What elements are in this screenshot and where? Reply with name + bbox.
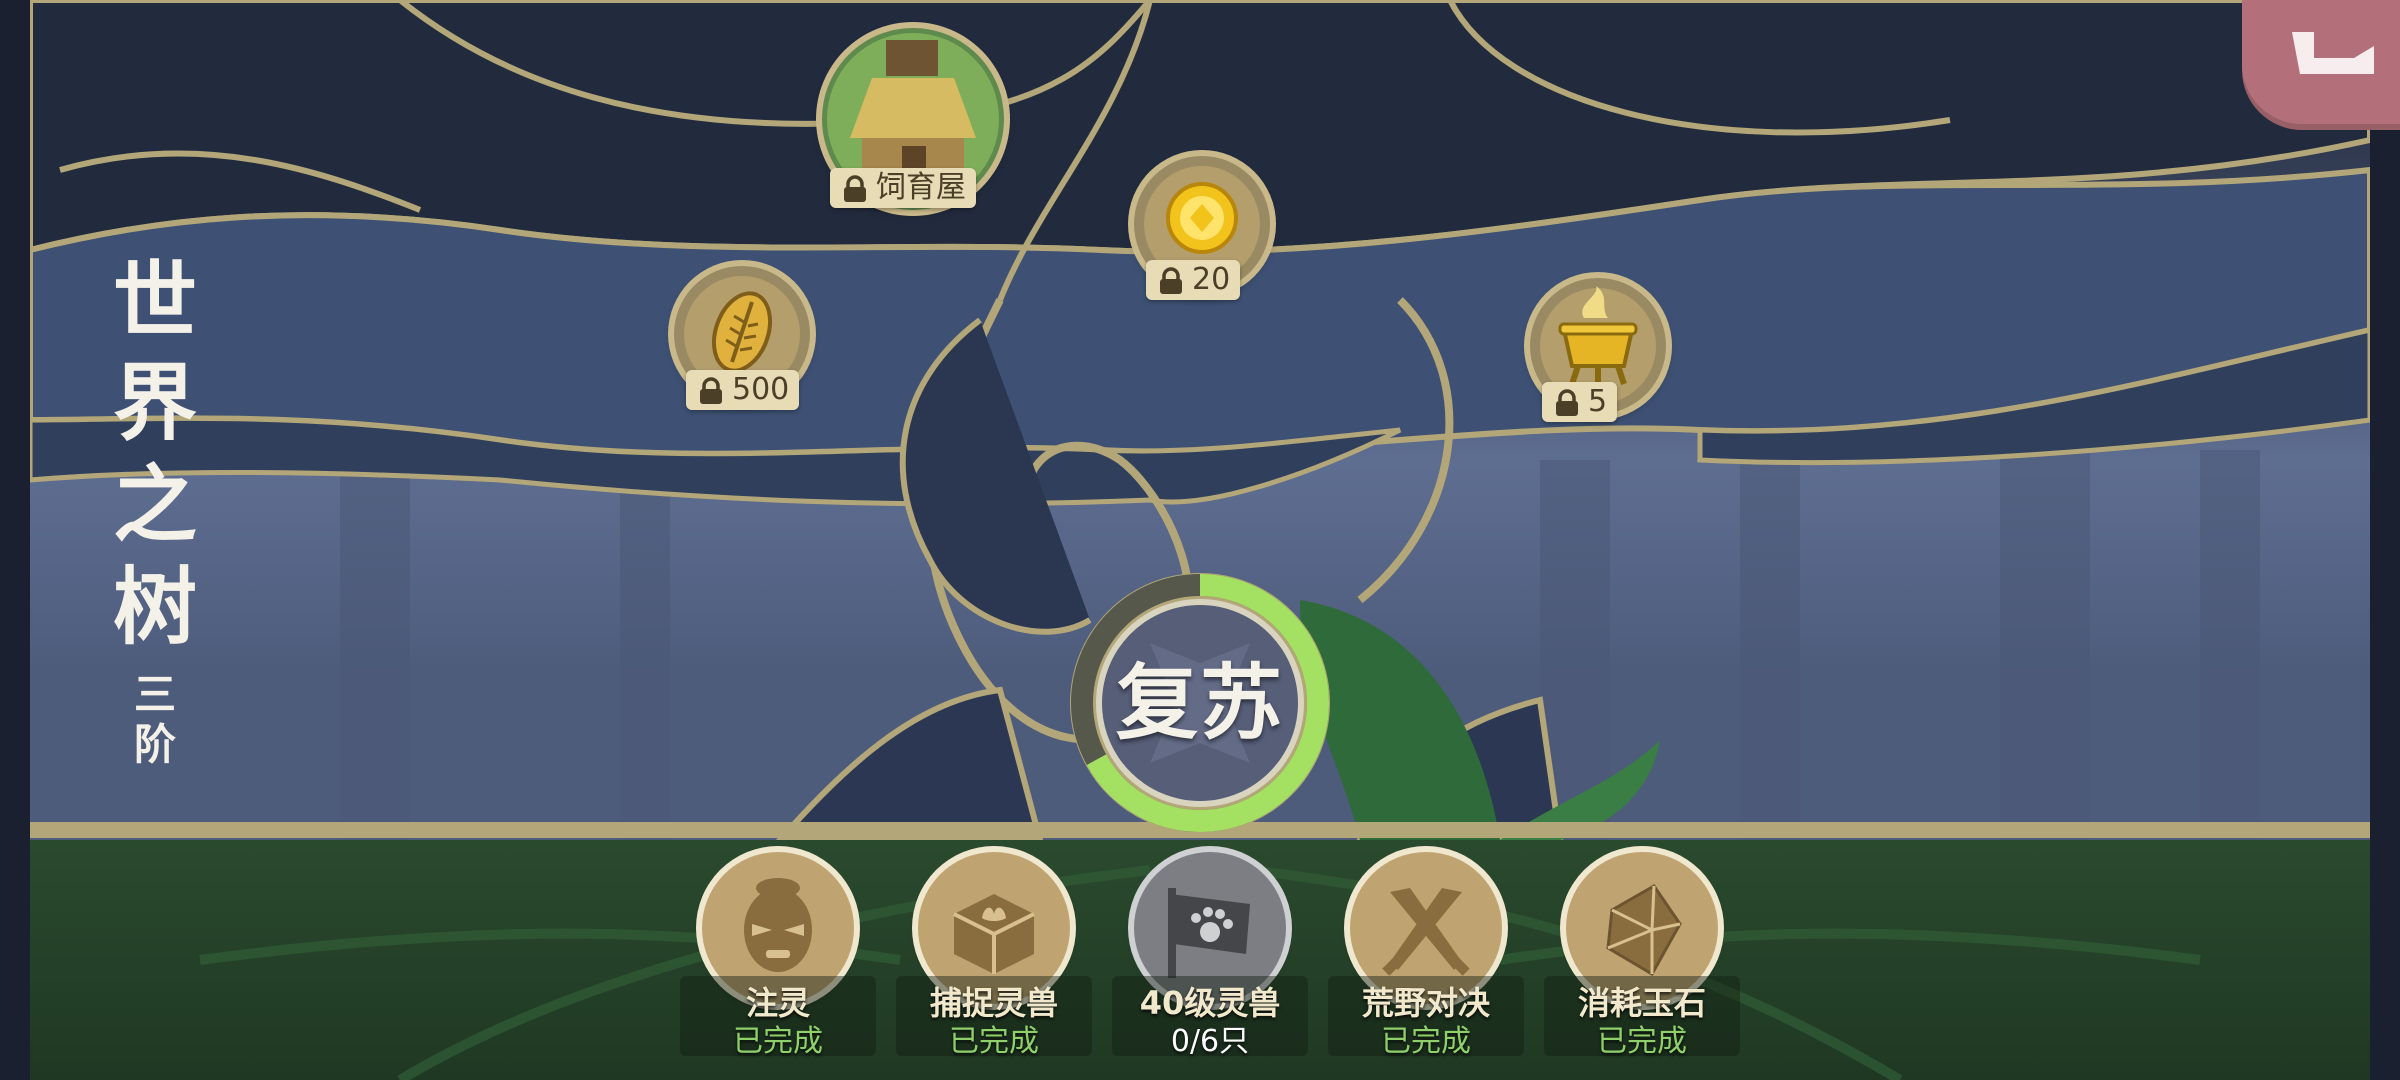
task-state: 已完成 [1381,1024,1471,1059]
title-char: 世 [112,251,197,350]
task-consume-jade[interactable]: 消耗玉石 已完成 [1544,852,1740,1062]
revive-label: 复苏 [1115,655,1284,751]
revive-button[interactable]: 复苏 [1065,568,1335,838]
back-arrow-icon [2292,32,2374,74]
task-bar: 注灵 已完成 捕捉灵兽 已完成 40级灵兽 0/6只 荒野对决 已完成 消耗玉石… [680,852,1740,1062]
task-infuse-spirit[interactable]: 注灵 已完成 [680,852,876,1062]
task-wild-duel[interactable]: 荒野对决 已完成 [1328,852,1524,1062]
task-state: 0/6只 [1170,1024,1250,1059]
title-char: 界 [112,353,197,452]
title-char: 之 [112,455,197,554]
world-tree-scene: 世 界 之 树 三 阶 饲育屋 20 500 5 复苏 注灵 已完成 捕捉灵兽 … [0,0,2400,1080]
node-label: 500 [732,372,790,407]
tier-char: 阶 [133,720,176,769]
paw-flag-icon [1168,888,1250,978]
crystal-icon [1606,884,1682,977]
task-state: 已完成 [1597,1024,1687,1059]
crossed-swords-icon [1382,888,1470,976]
leaf-box-icon [953,894,1035,974]
lock-icon [700,377,722,404]
node-label: 饲育屋 [876,170,966,205]
title-char: 树 [112,557,197,656]
node-label: 20 [1192,262,1231,297]
task-state: 已完成 [733,1024,823,1059]
task-state: 已完成 [949,1024,1039,1059]
mask-face-icon [744,878,812,972]
world-tree-title: 世 界 之 树 三 阶 [100,250,210,770]
lock-icon [1160,267,1182,294]
lock-icon [844,175,866,202]
node-label: 5 [1588,384,1608,419]
task-level-40-beast[interactable]: 40级灵兽 0/6只 [1112,852,1308,1062]
lock-icon [1556,389,1578,416]
tier-char: 三 [133,670,176,719]
task-capture-beast[interactable]: 捕捉灵兽 已完成 [896,852,1092,1062]
back-button[interactable] [2242,0,2400,130]
